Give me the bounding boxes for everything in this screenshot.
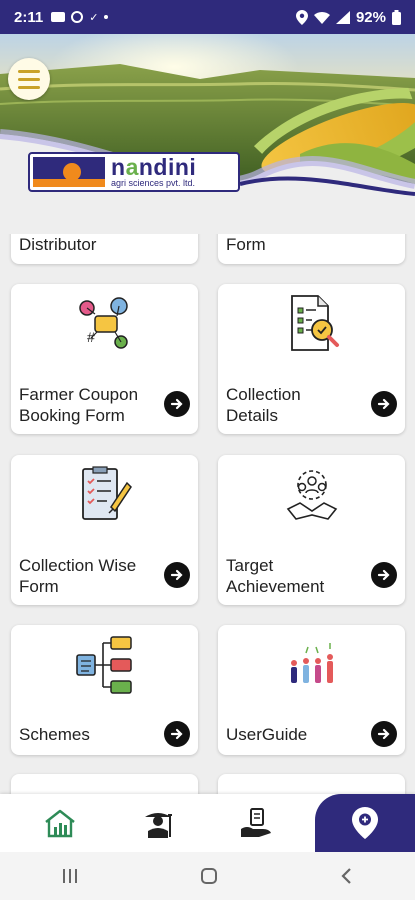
home-button-icon[interactable] bbox=[200, 867, 218, 885]
company-logo: nandini agri sciences pvt. ltd. bbox=[28, 152, 240, 192]
wifi-icon bbox=[313, 11, 330, 24]
farmer-sun-emblem-icon bbox=[33, 157, 105, 187]
card-label-line1: Collection bbox=[226, 385, 301, 404]
card-label-line1: Collection Wise bbox=[19, 556, 137, 575]
arrow-right-icon[interactable] bbox=[164, 391, 190, 417]
dashboard-grid: Distributor Form # Farmer Coupon Booking… bbox=[0, 234, 415, 794]
card-label: Schemes bbox=[19, 725, 90, 744]
card-partial[interactable] bbox=[11, 774, 198, 794]
notification-dot-icon bbox=[104, 15, 109, 19]
card-form[interactable]: Form bbox=[218, 234, 405, 264]
checklist-clipboard-icon bbox=[81, 466, 132, 520]
nav-home[interactable] bbox=[20, 794, 100, 852]
notification-check-icon: ✓ bbox=[89, 11, 99, 24]
back-icon[interactable] bbox=[340, 867, 354, 885]
menu-line-icon bbox=[18, 77, 40, 81]
card-label: UserGuide bbox=[226, 725, 308, 744]
status-bar: 2:11 ✓ 92% bbox=[0, 0, 415, 34]
corn-field-banner-image bbox=[0, 34, 415, 234]
card-label-line2: Details bbox=[226, 406, 278, 425]
location-status-icon bbox=[295, 9, 308, 25]
nav-hand-document[interactable] bbox=[216, 794, 296, 852]
notification-app-icon bbox=[51, 12, 66, 22]
location-pin-icon bbox=[352, 807, 378, 839]
logo-text: nandini agri sciences pvt. ltd. bbox=[111, 154, 197, 189]
system-navigation-bar bbox=[0, 852, 415, 900]
card-collection-details[interactable]: Collection Details bbox=[218, 284, 405, 434]
card-label: Distributor bbox=[19, 235, 97, 254]
header-banner: nandini agri sciences pvt. ltd. bbox=[0, 34, 415, 234]
card-userguide[interactable]: UserGuide bbox=[218, 625, 405, 755]
card-schemes[interactable]: Schemes bbox=[11, 625, 198, 755]
card-collection-wise-form[interactable]: Collection Wise Form bbox=[11, 455, 198, 605]
bottom-navigation bbox=[0, 794, 415, 852]
notification-circle-icon bbox=[71, 11, 84, 23]
menu-line-icon bbox=[18, 85, 40, 89]
nav-location[interactable] bbox=[325, 794, 405, 852]
card-label-line1: Target bbox=[226, 556, 274, 575]
arrow-right-icon[interactable] bbox=[371, 562, 397, 588]
card-farmer-coupon-booking-form[interactable]: # Farmer Coupon Booking Form bbox=[11, 284, 198, 434]
card-target-achievement[interactable]: Target Achievement bbox=[218, 455, 405, 605]
menu-line-icon bbox=[18, 69, 40, 73]
arrow-right-icon[interactable] bbox=[371, 391, 397, 417]
farmer-icon bbox=[145, 813, 172, 838]
arrow-right-icon[interactable] bbox=[164, 562, 190, 588]
people-group-icon bbox=[290, 643, 333, 683]
status-time: 2:11 bbox=[14, 8, 44, 26]
arrow-right-icon[interactable] bbox=[164, 721, 190, 747]
battery-icon bbox=[392, 9, 401, 25]
logo-subtitle: agri sciences pvt. ltd. bbox=[111, 178, 196, 188]
card-label-line2: Achievement bbox=[226, 577, 325, 596]
menu-button[interactable] bbox=[8, 58, 50, 100]
battery-percent: 92% bbox=[355, 8, 386, 26]
hand-document-icon bbox=[241, 808, 271, 837]
card-label-line1: Farmer Coupon bbox=[19, 385, 139, 404]
hierarchy-list-icon bbox=[75, 636, 132, 694]
social-chat-icon: # bbox=[78, 297, 128, 349]
card-distributor[interactable]: Distributor bbox=[11, 234, 198, 264]
logo-name: nandini bbox=[111, 154, 197, 180]
team-handshake-icon bbox=[286, 470, 337, 520]
card-partial[interactable] bbox=[218, 774, 405, 794]
card-label: Form bbox=[226, 235, 266, 254]
document-search-icon bbox=[290, 295, 339, 351]
home-chart-icon bbox=[45, 809, 75, 838]
card-label-line2: Form bbox=[19, 577, 59, 596]
signal-icon bbox=[335, 10, 350, 24]
card-label-line2: Booking Form bbox=[19, 406, 125, 425]
recent-apps-icon[interactable] bbox=[61, 868, 79, 884]
nav-farmer[interactable] bbox=[118, 794, 198, 852]
svg-text:#: # bbox=[87, 329, 95, 345]
status-right: 92% bbox=[295, 8, 401, 26]
arrow-right-icon[interactable] bbox=[371, 721, 397, 747]
